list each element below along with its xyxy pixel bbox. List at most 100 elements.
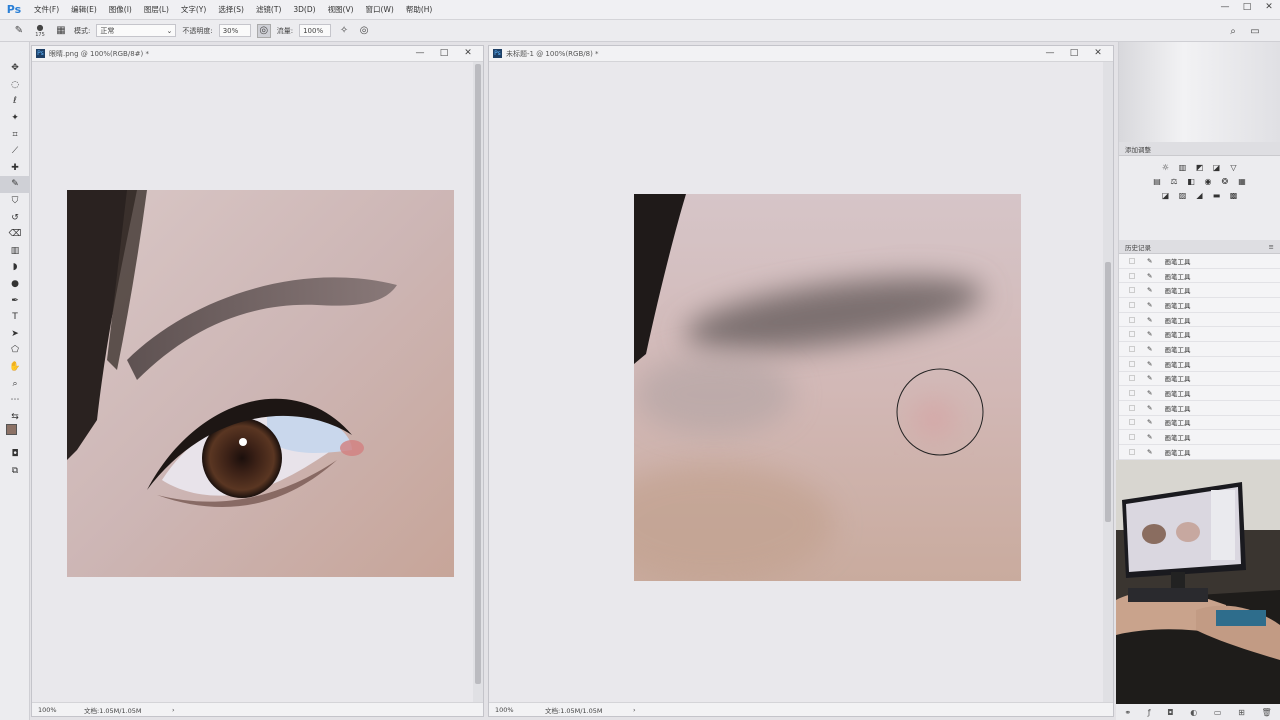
history-item[interactable]: ✎ 画笔工具 [1119, 372, 1280, 387]
history-item[interactable]: ✎ 画笔工具 [1119, 386, 1280, 401]
menu-item-6[interactable]: 滤镜(T) [250, 0, 287, 20]
scroll-thumb[interactable] [1105, 262, 1111, 522]
path-select-icon[interactable]: ➤ [0, 326, 30, 343]
link-icon[interactable]: ⚭ [1124, 708, 1131, 717]
vertical-scrollbar[interactable] [1103, 62, 1113, 702]
status-menu-arrow[interactable]: › [172, 706, 175, 714]
exposure-icon[interactable]: ◪ [1211, 162, 1222, 172]
zoom-icon[interactable]: ⌕ [0, 375, 30, 392]
photo-filter-icon[interactable]: ◉ [1203, 176, 1214, 186]
menu-item-5[interactable]: 选择(S) [212, 0, 250, 20]
fx-icon[interactable]: ƒ [1148, 708, 1151, 717]
move-icon[interactable]: ✥ [0, 60, 30, 77]
colors-icon[interactable]: ⇆ [0, 408, 30, 425]
history-item[interactable]: ✎ 画笔工具 [1119, 357, 1280, 372]
brush-size-picker[interactable]: ● 175 [32, 23, 48, 38]
doc-close-button[interactable]: ✕ [457, 46, 479, 60]
menu-item-2[interactable]: 图像(I) [103, 0, 138, 20]
eyedropper-icon[interactable]: ⟋ [0, 143, 30, 160]
menu-item-1[interactable]: 编辑(E) [65, 0, 103, 20]
history-snapshot-box[interactable] [1129, 345, 1135, 352]
marquee-icon[interactable]: ◌ [0, 77, 30, 94]
document-tab[interactable]: Ps 未标题-1 @ 100%(RGB/8) * — □ ✕ [489, 46, 1113, 62]
minimize-button[interactable]: — [1214, 0, 1236, 14]
invert-icon[interactable]: ◪ [1160, 190, 1171, 200]
more-icon[interactable]: ⋯ [0, 392, 30, 409]
channel-mixer-icon[interactable]: ❂ [1220, 176, 1231, 186]
zoom-level[interactable]: 100% [32, 706, 84, 714]
doc-minimize-button[interactable]: — [1039, 46, 1061, 60]
history-item[interactable]: ✎ 画笔工具 [1119, 313, 1280, 328]
history-item[interactable]: ✎ 画笔工具 [1119, 283, 1280, 299]
brush-panel-icon[interactable]: ▦ [54, 24, 68, 38]
scroll-thumb[interactable] [475, 64, 481, 684]
stamp-icon[interactable]: ⛉ [0, 193, 30, 210]
history-snapshot-box[interactable] [1129, 316, 1135, 323]
history-snapshot-box[interactable] [1129, 419, 1135, 426]
quick-mask-icon[interactable]: ◘ [0, 446, 30, 463]
pressure-size-icon[interactable]: ◎ [357, 24, 371, 38]
history-item[interactable]: ✎ 画笔工具 [1119, 430, 1280, 445]
history-snapshot-box[interactable] [1129, 404, 1135, 411]
history-snapshot-box[interactable] [1129, 301, 1135, 308]
magic-wand-icon[interactable]: ✦ [0, 110, 30, 127]
levels-icon[interactable]: ▥ [1177, 162, 1188, 172]
gradient-icon[interactable]: ▥ [0, 243, 30, 260]
mode-select[interactable]: 正常 ⌄ [96, 24, 177, 37]
shape-icon[interactable]: ⬠ [0, 342, 30, 359]
folder-icon[interactable]: ▭ [1214, 708, 1222, 717]
brush-preset-icon[interactable]: ✎ [12, 24, 26, 38]
history-snapshot-box[interactable] [1129, 448, 1135, 455]
type-icon[interactable]: T [0, 309, 30, 326]
vibrance-icon[interactable]: ▽ [1228, 162, 1239, 172]
hue-saturation-icon[interactable]: ▤ [1152, 176, 1163, 186]
opacity-input[interactable]: 30% [218, 24, 251, 37]
menu-item-7[interactable]: 3D(D) [287, 0, 321, 20]
brightness-icon[interactable]: ☼ [1160, 162, 1171, 172]
history-item[interactable]: ✎ 画笔工具 [1119, 254, 1280, 269]
menu-item-9[interactable]: 窗口(W) [360, 0, 400, 20]
blur-icon[interactable]: ◗ [0, 259, 30, 276]
history-snapshot-box[interactable] [1129, 331, 1135, 338]
history-item[interactable]: ✎ 画笔工具 [1119, 327, 1280, 343]
vertical-scrollbar[interactable] [473, 62, 483, 702]
new-layer-icon[interactable]: ⊞ [1238, 708, 1245, 717]
menu-item-4[interactable]: 文字(Y) [175, 0, 212, 20]
maximize-button[interactable]: □ [1236, 0, 1258, 14]
history-snapshot-box[interactable] [1129, 360, 1135, 367]
crop-icon[interactable]: ⌗ [0, 126, 30, 143]
search-icon[interactable]: ⌕ [1226, 24, 1240, 38]
doc-minimize-button[interactable]: — [409, 46, 431, 60]
history-item[interactable]: ✎ 画笔工具 [1119, 298, 1280, 313]
selective-color-icon[interactable]: ▩ [1228, 190, 1239, 200]
pressure-opacity-icon[interactable]: ◎ [256, 23, 271, 38]
blurred-skin-canvas[interactable] [634, 194, 1021, 581]
history-brush-icon[interactable]: ↺ [0, 209, 30, 226]
history-item[interactable]: ✎ 画笔工具 [1119, 269, 1280, 284]
dodge-icon[interactable]: ● [0, 276, 30, 293]
history-snapshot-box[interactable] [1129, 375, 1135, 382]
adjustment-icon[interactable]: ◐ [1190, 708, 1197, 717]
panel-menu-icon[interactable]: ≡ [1269, 243, 1280, 251]
color-lookup-icon[interactable]: ▦ [1237, 176, 1248, 186]
history-snapshot-box[interactable] [1129, 287, 1135, 294]
lasso-icon[interactable]: ℓ [0, 93, 30, 110]
curves-icon[interactable]: ◩ [1194, 162, 1205, 172]
pen-icon[interactable]: ✒ [0, 292, 30, 309]
menu-item-3[interactable]: 图层(L) [138, 0, 175, 20]
hand-icon[interactable]: ✋ [0, 359, 30, 376]
close-button[interactable]: ✕ [1258, 0, 1280, 14]
black-white-icon[interactable]: ◧ [1186, 176, 1197, 186]
doc-maximize-button[interactable]: □ [1063, 46, 1085, 60]
airbrush-icon[interactable]: ✧ [337, 24, 351, 38]
history-item[interactable]: ✎ 画笔工具 [1119, 401, 1280, 416]
history-item[interactable]: ✎ 画笔工具 [1119, 416, 1280, 431]
menu-item-0[interactable]: 文件(F) [28, 0, 65, 20]
history-snapshot-box[interactable] [1129, 434, 1135, 441]
workspace-icon[interactable]: ▭ [1248, 24, 1262, 38]
eye-photo-canvas[interactable] [67, 190, 454, 577]
flow-input[interactable]: 100% [299, 24, 332, 37]
brush-icon[interactable]: ✎ [0, 176, 30, 193]
posterize-icon[interactable]: ▨ [1177, 190, 1188, 200]
doc-maximize-button[interactable]: □ [433, 46, 455, 60]
